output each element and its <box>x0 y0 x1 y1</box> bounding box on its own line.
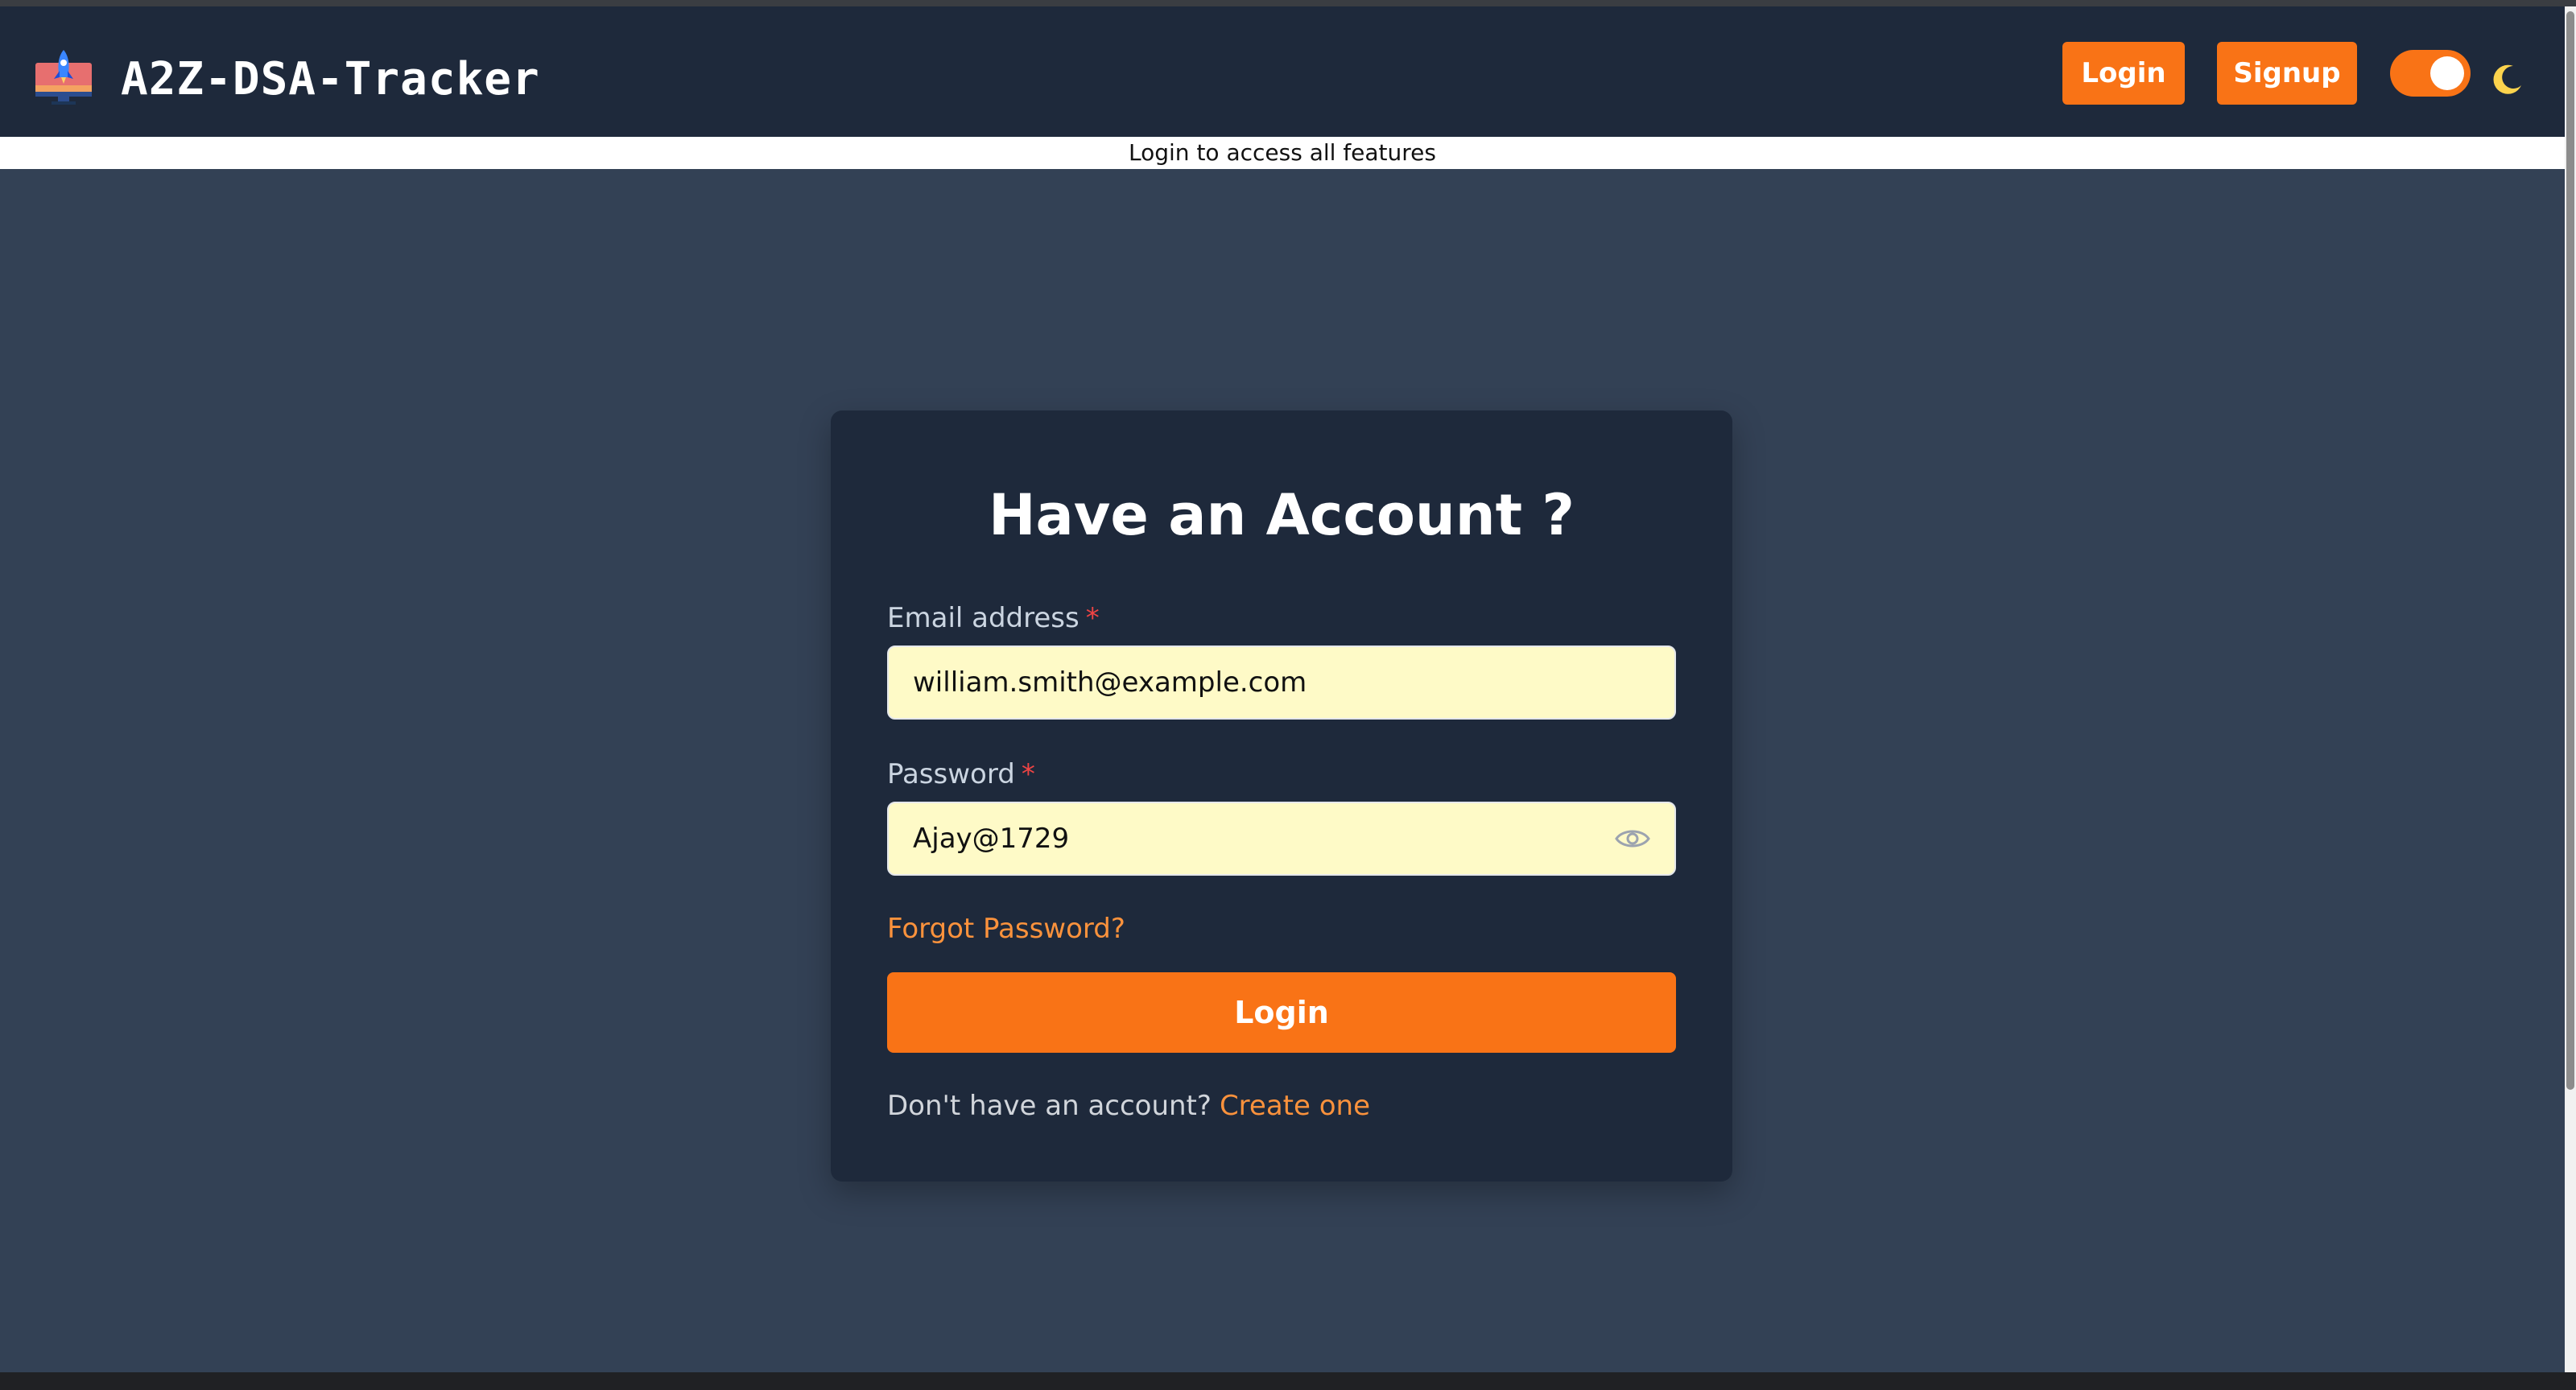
app-title[interactable]: A2Z-DSA-Tracker <box>121 52 540 108</box>
login-card: Have an Account ? Email address* Passwor… <box>831 410 1732 1182</box>
password-label: Password * <box>887 757 1035 792</box>
taskbar-edge <box>0 1372 2576 1390</box>
nav-login-button[interactable]: Login <box>2062 42 2185 105</box>
email-required-marker: * <box>1085 602 1100 634</box>
login-card-title: Have an Account ? <box>988 482 1575 548</box>
login-submit-button[interactable]: Login <box>887 972 1676 1053</box>
nav-signup-button[interactable]: Signup <box>2217 42 2357 105</box>
password-required-marker: * <box>1021 758 1035 790</box>
toggle-knob <box>2430 56 2464 90</box>
password-input[interactable] <box>913 803 1605 874</box>
moon-icon <box>2493 64 2521 94</box>
forgot-password-link[interactable]: Forgot Password? <box>887 911 1125 947</box>
window-top-edge <box>0 0 2576 6</box>
scrollbar-thumb[interactable] <box>2566 11 2574 1090</box>
navbar: A2Z-DSA-Tracker Login Signup <box>0 6 2565 137</box>
password-field[interactable] <box>887 802 1676 876</box>
rocket-monitor-icon[interactable] <box>34 47 93 106</box>
email-input[interactable] <box>913 647 1605 718</box>
email-label: Email address * <box>887 600 1100 636</box>
no-account-text: Don't have an account? <box>887 1090 1212 1122</box>
theme-toggle[interactable] <box>2390 50 2471 97</box>
login-notice-banner: Login to access all features <box>0 137 2565 169</box>
create-account-link[interactable]: Create one <box>1220 1090 1370 1122</box>
email-field[interactable] <box>887 646 1676 720</box>
password-label-text: Password <box>887 758 1015 790</box>
email-label-text: Email address <box>887 602 1080 634</box>
signup-prompt: Don't have an account? Create one <box>887 1088 1370 1124</box>
eye-icon[interactable] <box>1615 823 1650 855</box>
